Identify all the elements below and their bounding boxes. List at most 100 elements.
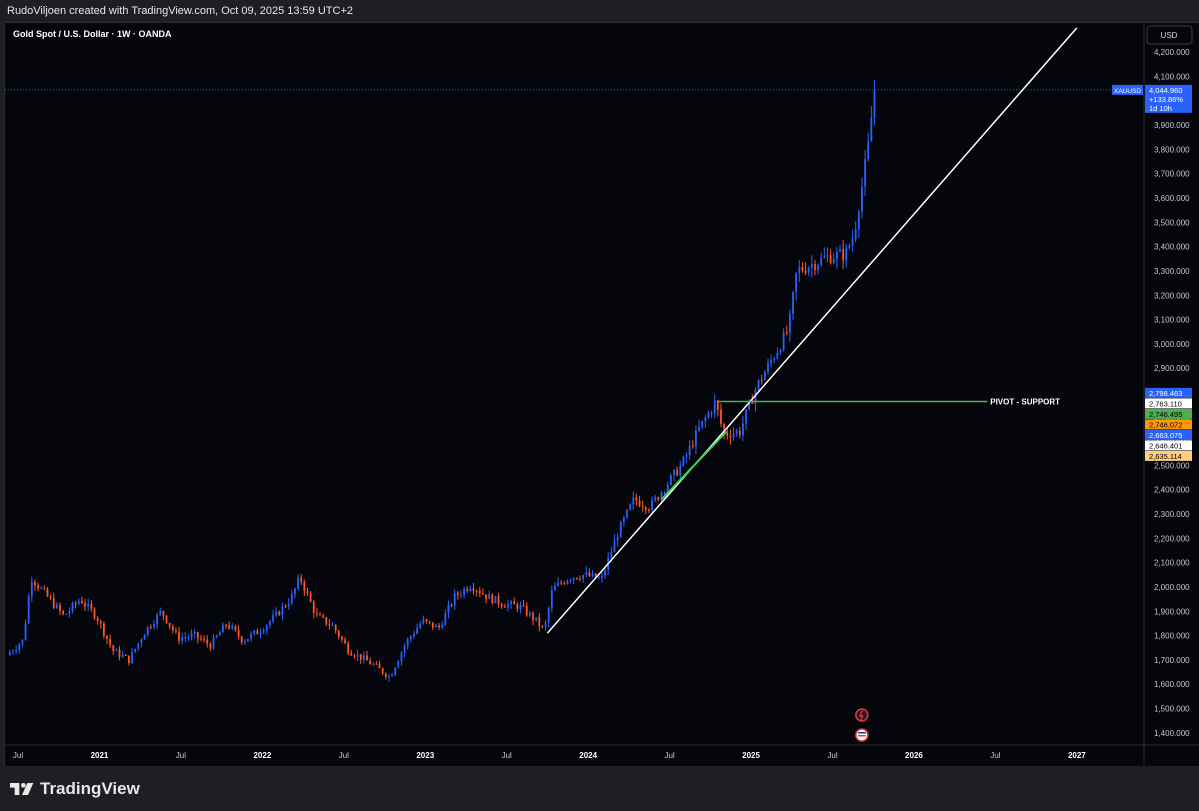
candle-body (162, 610, 165, 616)
candle-body (482, 593, 484, 595)
candle-body (206, 639, 209, 644)
candle-body (243, 641, 246, 643)
candle-body (829, 255, 832, 264)
candle-body (43, 587, 46, 589)
candle-body (616, 537, 619, 541)
candle-body (795, 272, 798, 293)
candle-body (500, 604, 503, 607)
candle-body (441, 624, 444, 628)
y-tick-label: 1,800.000 (1154, 632, 1190, 641)
y-tick-label: 2,500.000 (1154, 461, 1190, 470)
candle-body (842, 249, 845, 261)
tradingview-logo-icon (10, 783, 34, 795)
candle-body (334, 624, 337, 631)
candle-body (673, 469, 675, 475)
plot-background (5, 23, 1199, 767)
candle-body (572, 577, 575, 580)
candle-body (353, 655, 356, 657)
x-tick-label: Jul (990, 751, 1000, 760)
candle-body (610, 552, 613, 558)
candle-body (247, 638, 249, 642)
candle-body (391, 674, 393, 677)
candle-body (810, 264, 813, 268)
y-tick-label: 3,400.000 (1154, 243, 1190, 252)
y-tick-label: 1,600.000 (1154, 680, 1190, 689)
y-tick-label: 3,600.000 (1154, 194, 1190, 203)
candle-body (826, 255, 829, 257)
price-tag-label: 2,798.463 (1149, 389, 1182, 398)
candle-body (820, 257, 823, 266)
candle-body (817, 265, 819, 271)
candle-body (738, 430, 741, 436)
candle-body (388, 676, 390, 678)
candle-body (369, 660, 372, 665)
candle-body (485, 594, 487, 599)
candle-body (456, 593, 459, 596)
candle-body (701, 420, 704, 427)
candle-body (435, 625, 437, 628)
candle-body (52, 598, 55, 608)
candle-body (685, 455, 688, 458)
candle-body (638, 500, 641, 507)
y-tick-label: 1,500.000 (1154, 705, 1190, 714)
x-tick-label: Jul (13, 751, 23, 760)
candle-body (309, 593, 312, 602)
candle-body (115, 649, 118, 651)
candle-body (773, 358, 776, 361)
price-chart[interactable]: Gold Spot / U.S. Dollar · 1W · OANDA USD 1… (5, 23, 1199, 767)
candle-body (726, 432, 729, 436)
candle-body (37, 585, 39, 589)
candle-body (519, 604, 522, 610)
candle-body (178, 631, 180, 641)
candle-body (372, 663, 375, 665)
candle-body (62, 610, 65, 615)
candle-body (234, 626, 237, 630)
candle-body (215, 635, 218, 638)
candle-body (419, 623, 422, 629)
candle-body (494, 596, 497, 604)
candle-body (12, 651, 14, 653)
candle-body (682, 457, 685, 466)
candle-body (46, 588, 49, 597)
candle-body (137, 643, 140, 649)
x-tick-label: 2022 (253, 751, 271, 760)
candle-body (140, 639, 143, 644)
candle-body (375, 663, 378, 665)
candle-body (569, 579, 572, 581)
candle-body (782, 332, 785, 351)
y-tick-label: 2,100.000 (1154, 559, 1190, 568)
y-tick-label: 3,200.000 (1154, 291, 1190, 300)
tradingview-logo[interactable]: TradingView (10, 779, 140, 799)
candle-body (851, 238, 854, 246)
candle-body (331, 624, 334, 626)
candle-body (187, 637, 190, 639)
price-tag-label: 2,663.075 (1149, 431, 1182, 440)
candle-body (190, 633, 193, 638)
chart-frame[interactable]: Gold Spot / U.S. Dollar · 1W · OANDA USD 1… (4, 22, 1199, 767)
price-tag-label: 2,746.495 (1149, 410, 1182, 419)
candle-body (306, 591, 309, 594)
candle-body (745, 409, 747, 424)
candle-body (303, 581, 306, 592)
candle-body (96, 618, 99, 622)
candle-body (535, 617, 538, 621)
candle-body (109, 638, 112, 646)
y-tick-label: 2,000.000 (1154, 583, 1190, 592)
candle-body (55, 604, 58, 608)
candle-body (143, 634, 146, 640)
candle-body (59, 604, 61, 611)
candle-body (679, 465, 682, 476)
brand-name: TradingView (40, 779, 140, 798)
candle-body (757, 379, 760, 390)
x-tick-label: 2023 (416, 751, 434, 760)
candle-body (121, 654, 124, 657)
candle-body (344, 639, 346, 644)
pivot-support-label: PIVOT - SUPPORT (990, 397, 1060, 406)
candle-body (873, 90, 876, 118)
candle-body (112, 645, 115, 651)
candle-body (406, 639, 409, 646)
candle-body (622, 517, 625, 523)
candle-body (153, 624, 155, 628)
candle-body (71, 603, 74, 611)
x-tick-label: Jul (502, 751, 512, 760)
